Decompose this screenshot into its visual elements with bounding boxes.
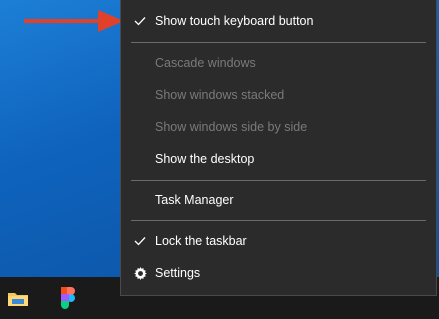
gear-icon	[132, 258, 148, 288]
menu-item-label: Show windows stacked	[155, 88, 285, 102]
menu-item-label: Settings	[155, 266, 201, 280]
checkmark-icon	[132, 226, 148, 256]
menu-separator	[131, 42, 426, 43]
menu-item-label: Show the desktop	[155, 152, 255, 166]
menu-item-show-windows-stacked: Show windows stacked	[121, 80, 436, 110]
menu-item-show-touch-keyboard-button[interactable]: Show touch keyboard button	[121, 6, 436, 36]
menu-item-task-manager[interactable]: Task Manager	[121, 185, 436, 215]
menu-item-show-windows-side-by-side: Show windows side by side	[121, 112, 436, 142]
menu-item-lock-the-taskbar[interactable]: Lock the taskbar	[121, 226, 436, 256]
annotation-arrow-icon	[24, 10, 124, 32]
file-explorer-icon[interactable]	[6, 286, 30, 310]
figma-icon[interactable]	[56, 286, 80, 310]
menu-item-settings[interactable]: Settings	[121, 258, 436, 288]
checkmark-icon	[132, 6, 148, 36]
menu-separator	[131, 180, 426, 181]
menu-item-cascade-windows: Cascade windows	[121, 48, 436, 78]
menu-item-label: Show touch keyboard button	[155, 14, 314, 28]
menu-item-label: Lock the taskbar	[155, 234, 247, 248]
menu-item-label: Task Manager	[155, 193, 234, 207]
menu-item-show-the-desktop[interactable]: Show the desktop	[121, 144, 436, 174]
menu-separator	[131, 220, 426, 221]
menu-item-label: Show windows side by side	[155, 120, 308, 134]
menu-item-label: Cascade windows	[155, 56, 256, 70]
taskbar-context-menu: Show touch keyboard button Cascade windo…	[120, 0, 437, 296]
